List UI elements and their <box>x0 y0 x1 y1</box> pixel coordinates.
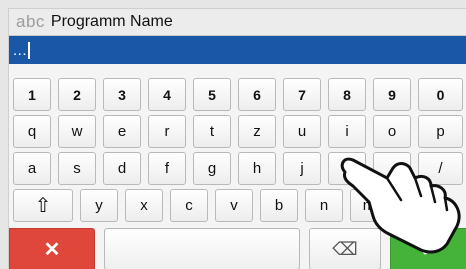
key-s[interactable]: s <box>58 152 96 185</box>
key-b[interactable]: b <box>260 189 298 222</box>
key-t[interactable]: t <box>193 115 231 148</box>
key-g[interactable]: g <box>193 152 231 185</box>
key-z[interactable]: z <box>238 115 276 148</box>
key-3[interactable]: 3 <box>103 78 141 111</box>
cancel-button[interactable]: ✕ <box>9 228 95 269</box>
key-2[interactable]: 2 <box>58 78 96 111</box>
title-bar: abc Programm Name <box>9 9 466 36</box>
key-w[interactable]: w <box>58 115 96 148</box>
input-type-indicator: abc <box>16 12 45 31</box>
key-c[interactable]: c <box>170 189 208 222</box>
key-x[interactable]: x <box>125 189 163 222</box>
key-j[interactable]: j <box>283 152 321 185</box>
shift-key[interactable]: ⇧ <box>13 189 73 222</box>
dialog-title: Programm Name <box>50 13 173 30</box>
key-e[interactable]: e <box>103 115 141 148</box>
key-y[interactable]: y <box>80 189 118 222</box>
shift-icon: ⇧ <box>34 195 52 217</box>
key-u[interactable]: u <box>283 115 321 148</box>
close-icon: ✕ <box>43 238 61 261</box>
key-0[interactable]: 0 <box>418 78 463 111</box>
text-cursor <box>28 41 31 59</box>
key-5[interactable]: 5 <box>193 78 231 111</box>
key-8[interactable]: 8 <box>328 78 366 111</box>
text-input-field[interactable]: ... <box>9 36 466 64</box>
key-v[interactable]: v <box>215 189 253 222</box>
input-value: ... <box>13 41 28 59</box>
pointing-hand-icon <box>340 157 461 254</box>
space-key[interactable] <box>104 228 300 269</box>
key-7[interactable]: 7 <box>283 78 321 111</box>
key-1[interactable]: 1 <box>13 78 51 111</box>
key-6[interactable]: 6 <box>238 78 276 111</box>
key-4[interactable]: 4 <box>148 78 186 111</box>
key-h[interactable]: h <box>238 152 276 185</box>
key-r[interactable]: r <box>148 115 186 148</box>
key-q[interactable]: q <box>13 115 51 148</box>
key-f[interactable]: f <box>148 152 186 185</box>
key-a[interactable]: a <box>13 152 51 185</box>
key-9[interactable]: 9 <box>373 78 411 111</box>
key-d[interactable]: d <box>103 152 141 185</box>
